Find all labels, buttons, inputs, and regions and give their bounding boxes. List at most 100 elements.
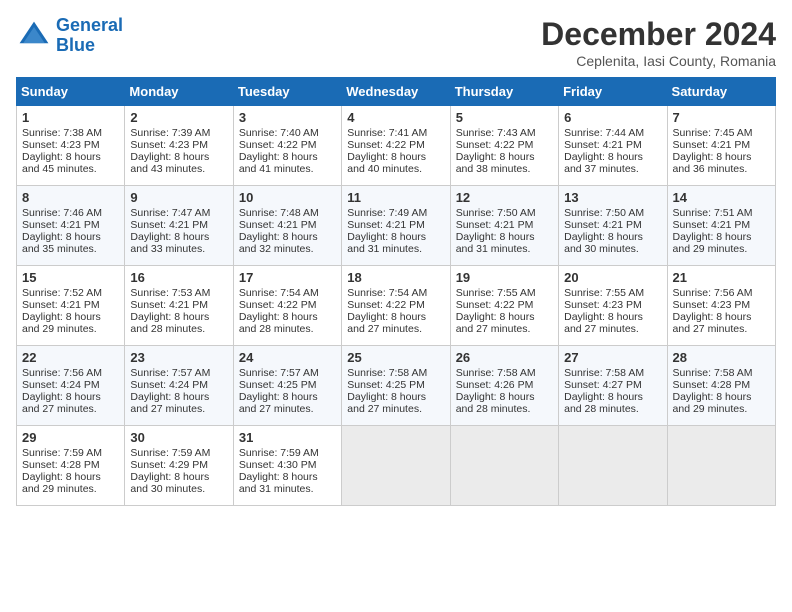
cell-info-line: Sunset: 4:28 PM [673,379,770,391]
cell-info-line: Sunset: 4:28 PM [22,459,119,471]
cell-info-line: and 32 minutes. [239,243,336,255]
calendar-cell: 2Sunrise: 7:39 AMSunset: 4:23 PMDaylight… [125,106,233,186]
calendar-cell: 1Sunrise: 7:38 AMSunset: 4:23 PMDaylight… [17,106,125,186]
day-number: 14 [673,190,770,205]
day-number: 1 [22,110,119,125]
cell-info-line: Sunset: 4:22 PM [347,299,444,311]
day-number: 13 [564,190,661,205]
day-number: 3 [239,110,336,125]
cell-info-line: Sunrise: 7:49 AM [347,207,444,219]
cell-info-line: Sunset: 4:23 PM [673,299,770,311]
cell-info-line: Daylight: 8 hours [673,391,770,403]
cell-info-line: and 28 minutes. [130,323,227,335]
cell-info-line: Sunrise: 7:44 AM [564,127,661,139]
cell-info-line: Daylight: 8 hours [347,231,444,243]
calendar-cell [450,426,558,506]
cell-info-line: and 28 minutes. [456,403,553,415]
cell-info-line: and 28 minutes. [564,403,661,415]
cell-info-line: Sunrise: 7:50 AM [564,207,661,219]
day-number: 23 [130,350,227,365]
calendar-cell: 4Sunrise: 7:41 AMSunset: 4:22 PMDaylight… [342,106,450,186]
cell-info-line: Daylight: 8 hours [456,231,553,243]
cell-info-line: Sunset: 4:22 PM [456,139,553,151]
page-header: General Blue December 2024 Ceplenita, Ia… [16,16,776,69]
weekday-header-monday: Monday [125,78,233,106]
cell-info-line: Daylight: 8 hours [239,231,336,243]
cell-info-line: Daylight: 8 hours [239,311,336,323]
day-number: 31 [239,430,336,445]
cell-info-line: Sunrise: 7:51 AM [673,207,770,219]
day-number: 10 [239,190,336,205]
cell-info-line: Daylight: 8 hours [239,471,336,483]
calendar-cell: 26Sunrise: 7:58 AMSunset: 4:26 PMDayligh… [450,346,558,426]
day-number: 5 [456,110,553,125]
calendar-cell: 9Sunrise: 7:47 AMSunset: 4:21 PMDaylight… [125,186,233,266]
cell-info-line: and 36 minutes. [673,163,770,175]
cell-info-line: Sunset: 4:21 PM [22,299,119,311]
cell-info-line: Daylight: 8 hours [347,391,444,403]
cell-info-line: Sunrise: 7:56 AM [673,287,770,299]
cell-info-line: and 38 minutes. [456,163,553,175]
logo-line1: General [56,15,123,35]
day-number: 2 [130,110,227,125]
calendar-cell: 18Sunrise: 7:54 AMSunset: 4:22 PMDayligh… [342,266,450,346]
cell-info-line: Daylight: 8 hours [456,311,553,323]
day-number: 28 [673,350,770,365]
cell-info-line: and 29 minutes. [22,323,119,335]
logo: General Blue [16,16,123,56]
cell-info-line: and 27 minutes. [347,323,444,335]
title-block: December 2024 Ceplenita, Iasi County, Ro… [541,16,776,69]
cell-info-line: Sunset: 4:27 PM [564,379,661,391]
cell-info-line: Daylight: 8 hours [456,391,553,403]
cell-info-line: and 28 minutes. [239,323,336,335]
day-number: 21 [673,270,770,285]
weekday-header-tuesday: Tuesday [233,78,341,106]
calendar-cell: 6Sunrise: 7:44 AMSunset: 4:21 PMDaylight… [559,106,667,186]
cell-info-line: Daylight: 8 hours [673,311,770,323]
cell-info-line: Daylight: 8 hours [22,231,119,243]
day-number: 11 [347,190,444,205]
weekday-header-friday: Friday [559,78,667,106]
calendar-cell: 17Sunrise: 7:54 AMSunset: 4:22 PMDayligh… [233,266,341,346]
cell-info-line: Daylight: 8 hours [564,391,661,403]
cell-info-line: and 31 minutes. [456,243,553,255]
calendar-cell: 10Sunrise: 7:48 AMSunset: 4:21 PMDayligh… [233,186,341,266]
weekday-header-sunday: Sunday [17,78,125,106]
cell-info-line: Sunset: 4:22 PM [456,299,553,311]
cell-info-line: and 40 minutes. [347,163,444,175]
day-number: 12 [456,190,553,205]
cell-info-line: and 43 minutes. [130,163,227,175]
cell-info-line: Sunrise: 7:54 AM [347,287,444,299]
cell-info-line: Sunset: 4:25 PM [347,379,444,391]
cell-info-line: Sunrise: 7:54 AM [239,287,336,299]
day-number: 29 [22,430,119,445]
cell-info-line: Sunset: 4:21 PM [564,139,661,151]
calendar-cell: 30Sunrise: 7:59 AMSunset: 4:29 PMDayligh… [125,426,233,506]
cell-info-line: Sunrise: 7:41 AM [347,127,444,139]
cell-info-line: Daylight: 8 hours [347,151,444,163]
calendar-cell: 16Sunrise: 7:53 AMSunset: 4:21 PMDayligh… [125,266,233,346]
cell-info-line: Sunrise: 7:58 AM [673,367,770,379]
calendar-cell: 15Sunrise: 7:52 AMSunset: 4:21 PMDayligh… [17,266,125,346]
cell-info-line: Sunrise: 7:50 AM [456,207,553,219]
cell-info-line: Sunset: 4:25 PM [239,379,336,391]
cell-info-line: Sunset: 4:30 PM [239,459,336,471]
cell-info-line: Daylight: 8 hours [130,151,227,163]
calendar-cell [667,426,775,506]
cell-info-line: Sunset: 4:24 PM [130,379,227,391]
calendar-cell: 28 Sunrise: 7:58 AMSunset: 4:28 PMDayligh… [667,346,775,426]
cell-info-line: and 31 minutes. [239,483,336,495]
day-number: 18 [347,270,444,285]
cell-info-line: Sunset: 4:21 PM [130,299,227,311]
day-number: 17 [239,270,336,285]
cell-info-line: Daylight: 8 hours [22,311,119,323]
cell-info-line: and 45 minutes. [22,163,119,175]
cell-info-line: Sunset: 4:24 PM [22,379,119,391]
day-number: 26 [456,350,553,365]
cell-info-line: Sunrise: 7:48 AM [239,207,336,219]
calendar-cell: 25Sunrise: 7:58 AMSunset: 4:25 PMDayligh… [342,346,450,426]
calendar-cell: 24Sunrise: 7:57 AMSunset: 4:25 PMDayligh… [233,346,341,426]
cell-info-line: Sunset: 4:23 PM [22,139,119,151]
cell-info-line: Sunrise: 7:38 AM [22,127,119,139]
cell-info-line: Daylight: 8 hours [130,231,227,243]
